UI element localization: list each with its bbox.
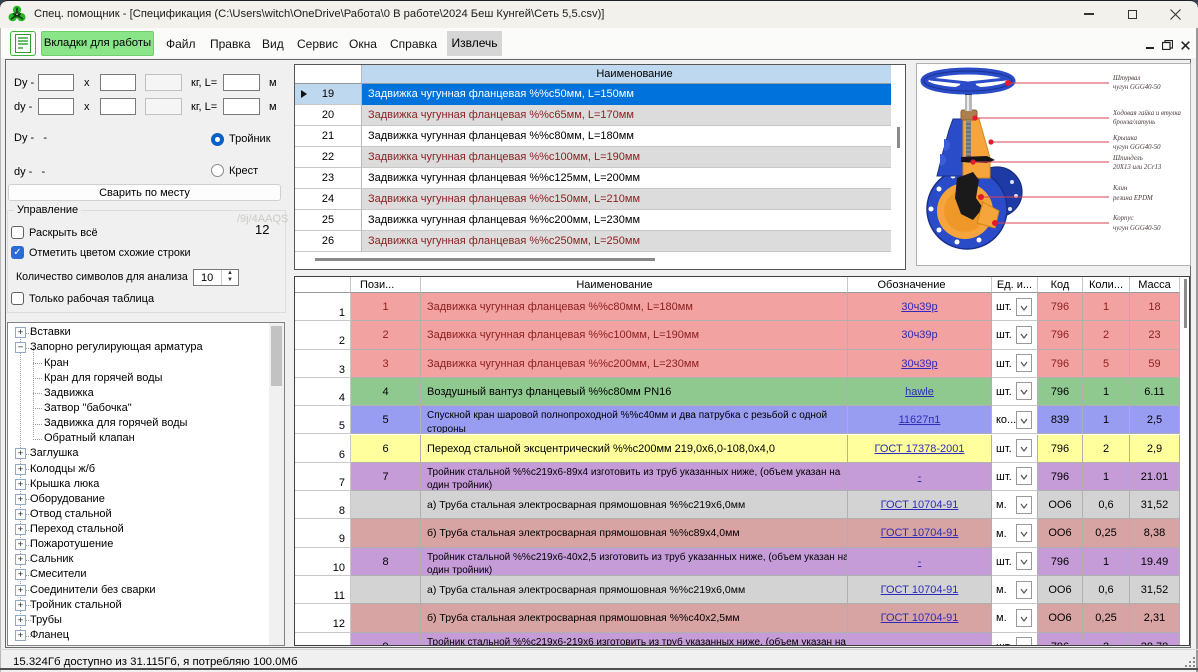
svg-text:резина EPDM: резина EPDM bbox=[1112, 195, 1153, 202]
svg-text:чугун GGG40-50: чугун GGG40-50 bbox=[1113, 225, 1161, 232]
svg-text:Корпус: Корпус bbox=[1112, 215, 1133, 222]
svg-text:Крышка: Крышка bbox=[1112, 135, 1138, 142]
svg-text:чугун GGG40-50: чугун GGG40-50 bbox=[1113, 84, 1161, 91]
svg-text:Клин: Клин bbox=[1112, 185, 1128, 192]
svg-text:Штурвал: Штурвал bbox=[1112, 75, 1140, 82]
svg-text:Шпиндель: Шпиндель bbox=[1112, 155, 1143, 162]
svg-text:бронза/латунь: бронза/латунь bbox=[1113, 119, 1155, 126]
svg-text:20Х13 или 2Cr13: 20Х13 или 2Cr13 bbox=[1113, 164, 1162, 171]
svg-text:Ходовая гайка и втулка: Ходовая гайка и втулка bbox=[1112, 110, 1181, 117]
svg-text:чугун GGG40-50: чугун GGG40-50 bbox=[1113, 144, 1161, 151]
